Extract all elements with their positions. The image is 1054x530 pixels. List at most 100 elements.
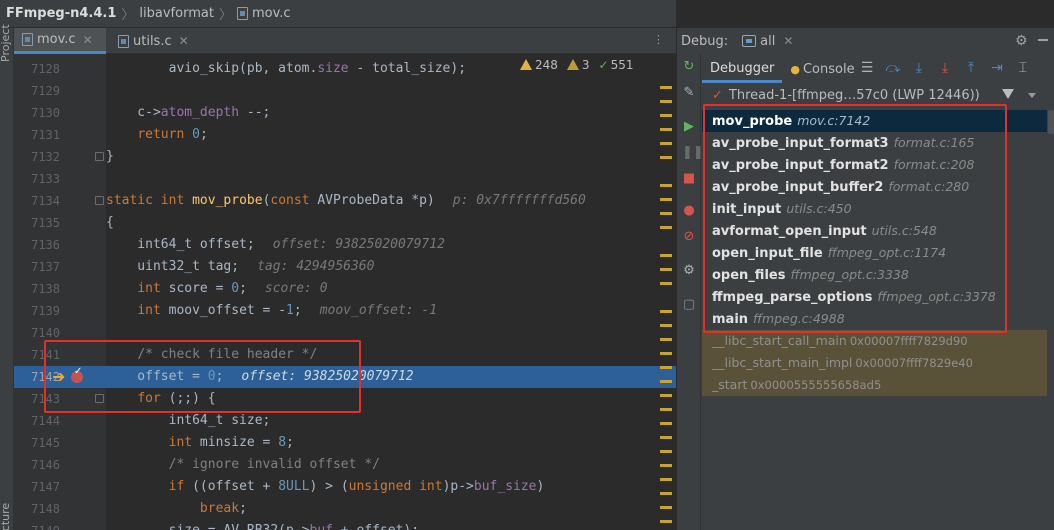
line-number[interactable]: 7133 xyxy=(14,168,60,190)
warning-stripe-mark[interactable] xyxy=(660,282,672,285)
warning-stripe-mark[interactable] xyxy=(660,100,672,103)
breadcrumb-file[interactable]: mov.c xyxy=(252,6,291,21)
tab-overflow-icon[interactable]: ⋮ xyxy=(653,33,664,46)
line-number[interactable]: 7130 xyxy=(14,102,60,124)
step-over-icon[interactable]: ⤼ xyxy=(884,59,902,77)
line-number[interactable]: 7128 xyxy=(14,58,60,80)
debug-session-tab[interactable]: all xyxy=(760,34,775,49)
code-line[interactable]: 7134 static int mov_probe(const AVProbeDa… xyxy=(14,190,676,212)
warning-stripe-mark[interactable] xyxy=(660,212,672,215)
tab-debugger[interactable]: Debugger xyxy=(702,56,783,83)
typo-count[interactable]: ✓ 551 xyxy=(599,58,634,72)
code-line[interactable]: 7145 int minsize = 8; xyxy=(14,432,676,454)
warning-stripe-mark[interactable] xyxy=(660,268,672,271)
gear-icon[interactable]: ⚙ xyxy=(1015,33,1028,49)
line-number[interactable]: 7146 xyxy=(14,454,60,476)
pause-icon[interactable]: ❚❚ xyxy=(682,146,704,160)
breadcrumb-project[interactable]: FFmpeg-n4.4.1 xyxy=(6,6,116,21)
breadcrumb-folder[interactable]: libavformat xyxy=(139,6,214,21)
structure-tool-button[interactable]: Structure xyxy=(0,494,12,530)
wrench-icon[interactable]: ✎ xyxy=(682,86,696,100)
line-number[interactable]: 7149 xyxy=(14,520,60,530)
warning-stripe-mark[interactable] xyxy=(660,422,672,425)
code-line[interactable]: 7133 xyxy=(14,168,676,190)
code-line[interactable]: 7149 size = AV_RB32(p->buf + offset); xyxy=(14,520,676,530)
warning-stripe-mark[interactable] xyxy=(660,310,672,313)
warning-stripe-mark[interactable] xyxy=(660,506,672,509)
warning-stripe-mark[interactable] xyxy=(660,352,672,355)
warning-stripe-mark[interactable] xyxy=(660,198,672,201)
code-line[interactable]: 7144 int64_t size; xyxy=(14,410,676,432)
step-into-icon[interactable]: ⤓ xyxy=(910,59,928,77)
warning-stripe-mark[interactable] xyxy=(660,436,672,439)
code-line[interactable]: 7136 int64_t offset; offset: 938250200797… xyxy=(14,234,676,256)
line-number[interactable]: 7134 xyxy=(14,190,60,212)
evaluate-icon[interactable]: ⌶ xyxy=(1014,59,1032,77)
code-line[interactable]: 7130 c->atom_depth --; xyxy=(14,102,676,124)
tab-utils-c[interactable]: utils.c ✕ xyxy=(110,28,204,54)
warning-stripe-mark[interactable] xyxy=(660,226,672,229)
project-tool-button[interactable]: Project xyxy=(0,0,12,62)
warning-stripe-mark[interactable] xyxy=(660,142,672,145)
line-number[interactable]: 7137 xyxy=(14,256,60,278)
warning-stripe-mark[interactable] xyxy=(660,338,672,341)
warning-stripe-mark[interactable] xyxy=(660,366,672,369)
code-line[interactable]: 7129 xyxy=(14,80,676,102)
layout-icon[interactable]: ▢ xyxy=(682,298,696,312)
fold-marker-icon[interactable] xyxy=(95,152,104,161)
line-number[interactable]: 7136 xyxy=(14,234,60,256)
resume-icon[interactable]: ▶ xyxy=(682,120,696,134)
line-number[interactable]: 7135 xyxy=(14,212,60,234)
tab-mov-c[interactable]: mov.c ✕ xyxy=(14,28,106,54)
force-step-into-icon[interactable]: ⤓ xyxy=(936,59,954,77)
frames-scrollbar[interactable] xyxy=(1048,110,1054,134)
code-editor[interactable]: 7128 avio_skip(pb, atom.size - total_siz… xyxy=(14,54,676,530)
code-line[interactable]: 7148 break; xyxy=(14,498,676,520)
line-number[interactable]: 7129 xyxy=(14,80,60,102)
view-breakpoints-icon[interactable]: ● xyxy=(682,204,696,218)
list-icon[interactable]: ☰ xyxy=(858,59,876,77)
warning-stripe-mark[interactable] xyxy=(660,478,672,481)
mute-breakpoints-icon[interactable]: ⊘ xyxy=(682,230,696,244)
settings-icon[interactable]: ⚙ xyxy=(682,264,696,278)
minimize-icon[interactable] xyxy=(1038,39,1048,41)
warning-stripe-mark[interactable] xyxy=(660,184,672,187)
warning-stripe-mark[interactable] xyxy=(660,156,672,159)
warning-stripe-mark[interactable] xyxy=(660,86,672,89)
close-icon[interactable]: ✕ xyxy=(83,33,93,47)
fold-marker-icon[interactable] xyxy=(95,196,104,205)
line-number[interactable]: 7138 xyxy=(14,278,60,300)
line-number[interactable]: 7147 xyxy=(14,476,60,498)
line-number[interactable]: 7132 xyxy=(14,146,60,168)
run-to-cursor-icon[interactable]: ⇥ xyxy=(988,59,1006,77)
tab-console[interactable]: ● Console xyxy=(782,56,862,83)
line-number[interactable]: 7139 xyxy=(14,300,60,322)
line-number[interactable]: 7144 xyxy=(14,410,60,432)
warning-stripe-mark[interactable] xyxy=(660,394,672,397)
rerun-icon[interactable]: ↻ xyxy=(682,60,696,74)
weak-warning-count[interactable]: 3 xyxy=(566,58,590,72)
code-line[interactable]: 7137 uint32_t tag; tag: 4294956360 xyxy=(14,256,676,278)
chevron-down-icon[interactable] xyxy=(1028,93,1036,98)
warning-stripe-mark[interactable] xyxy=(660,520,672,523)
line-number[interactable]: 7148 xyxy=(14,498,60,520)
line-number[interactable]: 7145 xyxy=(14,432,60,454)
stop-icon[interactable]: ■ xyxy=(682,172,696,186)
code-line[interactable]: 7138 int score = 0; score: 0 xyxy=(14,278,676,300)
line-number[interactable]: 7131 xyxy=(14,124,60,146)
warning-stripe-mark[interactable] xyxy=(660,114,672,117)
warning-count[interactable]: 248 xyxy=(520,58,558,72)
code-line[interactable]: 7139 int moov_offset = -1; moov_offset: -… xyxy=(14,300,676,322)
stack-frame-library[interactable]: __libc_start_call_main 0x00007ffff7829d90 xyxy=(702,330,1047,352)
warning-stripe-mark[interactable] xyxy=(660,380,672,383)
warning-stripe-mark[interactable] xyxy=(660,450,672,453)
close-icon[interactable]: ✕ xyxy=(179,34,189,48)
filter-icon[interactable] xyxy=(1002,89,1014,99)
code-line[interactable]: 7135 { xyxy=(14,212,676,234)
warning-stripe-mark[interactable] xyxy=(660,464,672,467)
stack-frame-library[interactable]: _start 0x0000555555658ad5 xyxy=(702,374,1047,396)
step-out-icon[interactable]: ⤒ xyxy=(962,59,980,77)
warning-stripe-mark[interactable] xyxy=(660,492,672,495)
warning-stripe-mark[interactable] xyxy=(660,324,672,327)
warning-stripe-mark[interactable] xyxy=(660,128,672,131)
